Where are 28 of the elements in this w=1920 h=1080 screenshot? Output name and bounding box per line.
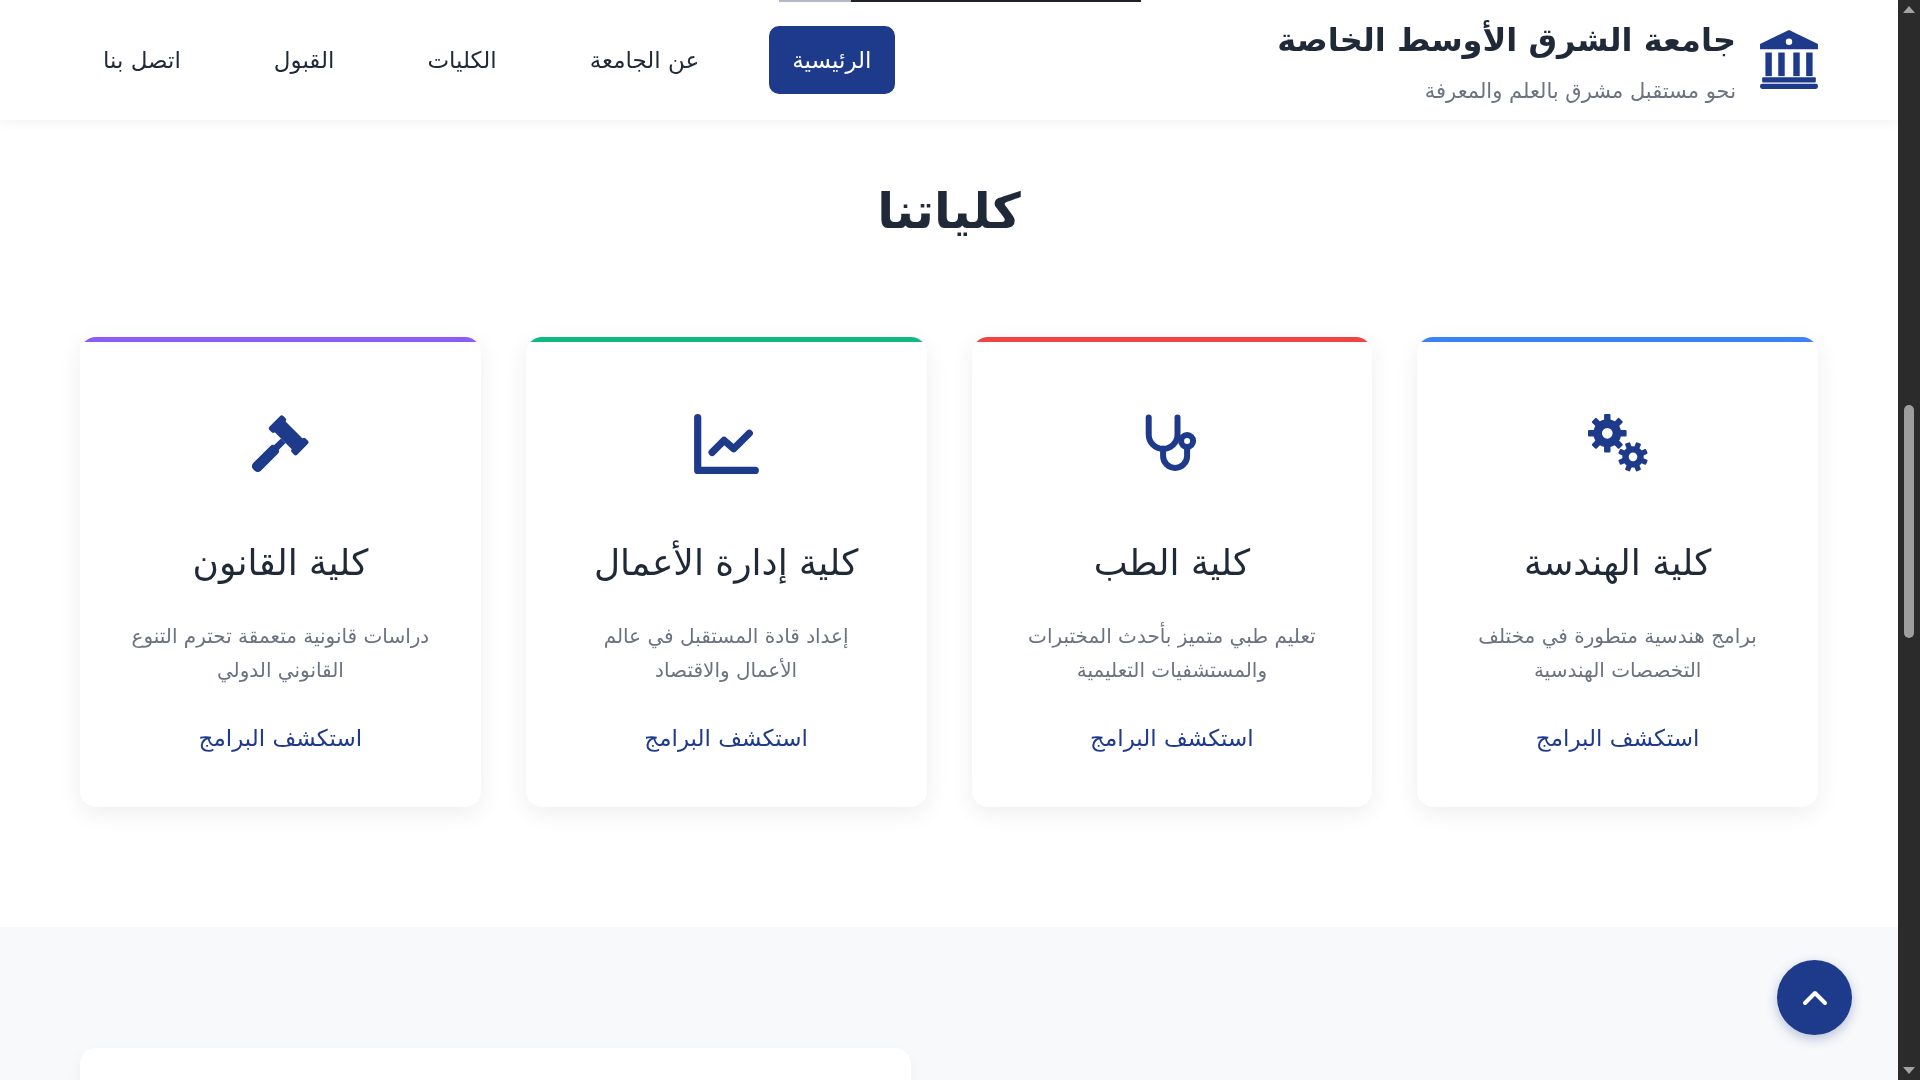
nav-link[interactable]: الكليات: [404, 26, 520, 94]
arrow-down-icon[interactable]: [1903, 1067, 1915, 1074]
faculty-title: كلية إدارة الأعمال: [593, 539, 859, 586]
arrow-up-icon[interactable]: [1903, 6, 1915, 13]
faculty-description: دراسات قانونية متعمقة تحترم التنوع القانوني الدولي: [130, 622, 431, 685]
nav-link[interactable]: الرئيسية: [769, 26, 895, 94]
site-title: جامعة الشرق الأوسط الخاصة: [1277, 20, 1736, 61]
faculty-description: برامج هندسية متطورة في مختلف التخصصات الهندسية: [1477, 622, 1758, 684]
scrollbar-thumb[interactable]: [1904, 405, 1914, 638]
site-tagline: نحو مستقبل مشرق بالعلم والمعرفة: [1424, 78, 1736, 106]
chevron-up-icon: [1801, 989, 1828, 1006]
line-chart-icon: [693, 414, 759, 475]
nav-link[interactable]: عن الجامعة: [566, 26, 723, 94]
explore-programs-link[interactable]: استكشف البرامج: [1090, 720, 1254, 756]
faculty-description: إعداد قادة المستقبل في عالم الأعمال والاقتصاد: [602, 622, 850, 684]
gavel-icon: [250, 414, 311, 475]
faculty-title: كلية الهندسة: [1523, 541, 1712, 586]
explore-programs-link[interactable]: استكشف البرامج: [198, 720, 363, 756]
faculty-title: كلية الطب: [1093, 541, 1251, 586]
nav-link[interactable]: القبول: [250, 26, 358, 94]
faculty-title: كلية القانون: [192, 541, 369, 586]
explore-programs-link[interactable]: استكشف البرامج: [644, 720, 808, 756]
nav-link[interactable]: اتصل بنا: [80, 26, 204, 94]
explore-programs-link[interactable]: استكشف البرامج: [1535, 720, 1700, 756]
section-title: كلياتنا: [877, 182, 1021, 242]
scrollbar[interactable]: [1898, 0, 1920, 1080]
columned-building-icon: [1760, 30, 1818, 90]
faculty-description: تعليم طبي متميز بأحدث المختبرات والمستشفيات التعليمية: [1027, 621, 1317, 684]
